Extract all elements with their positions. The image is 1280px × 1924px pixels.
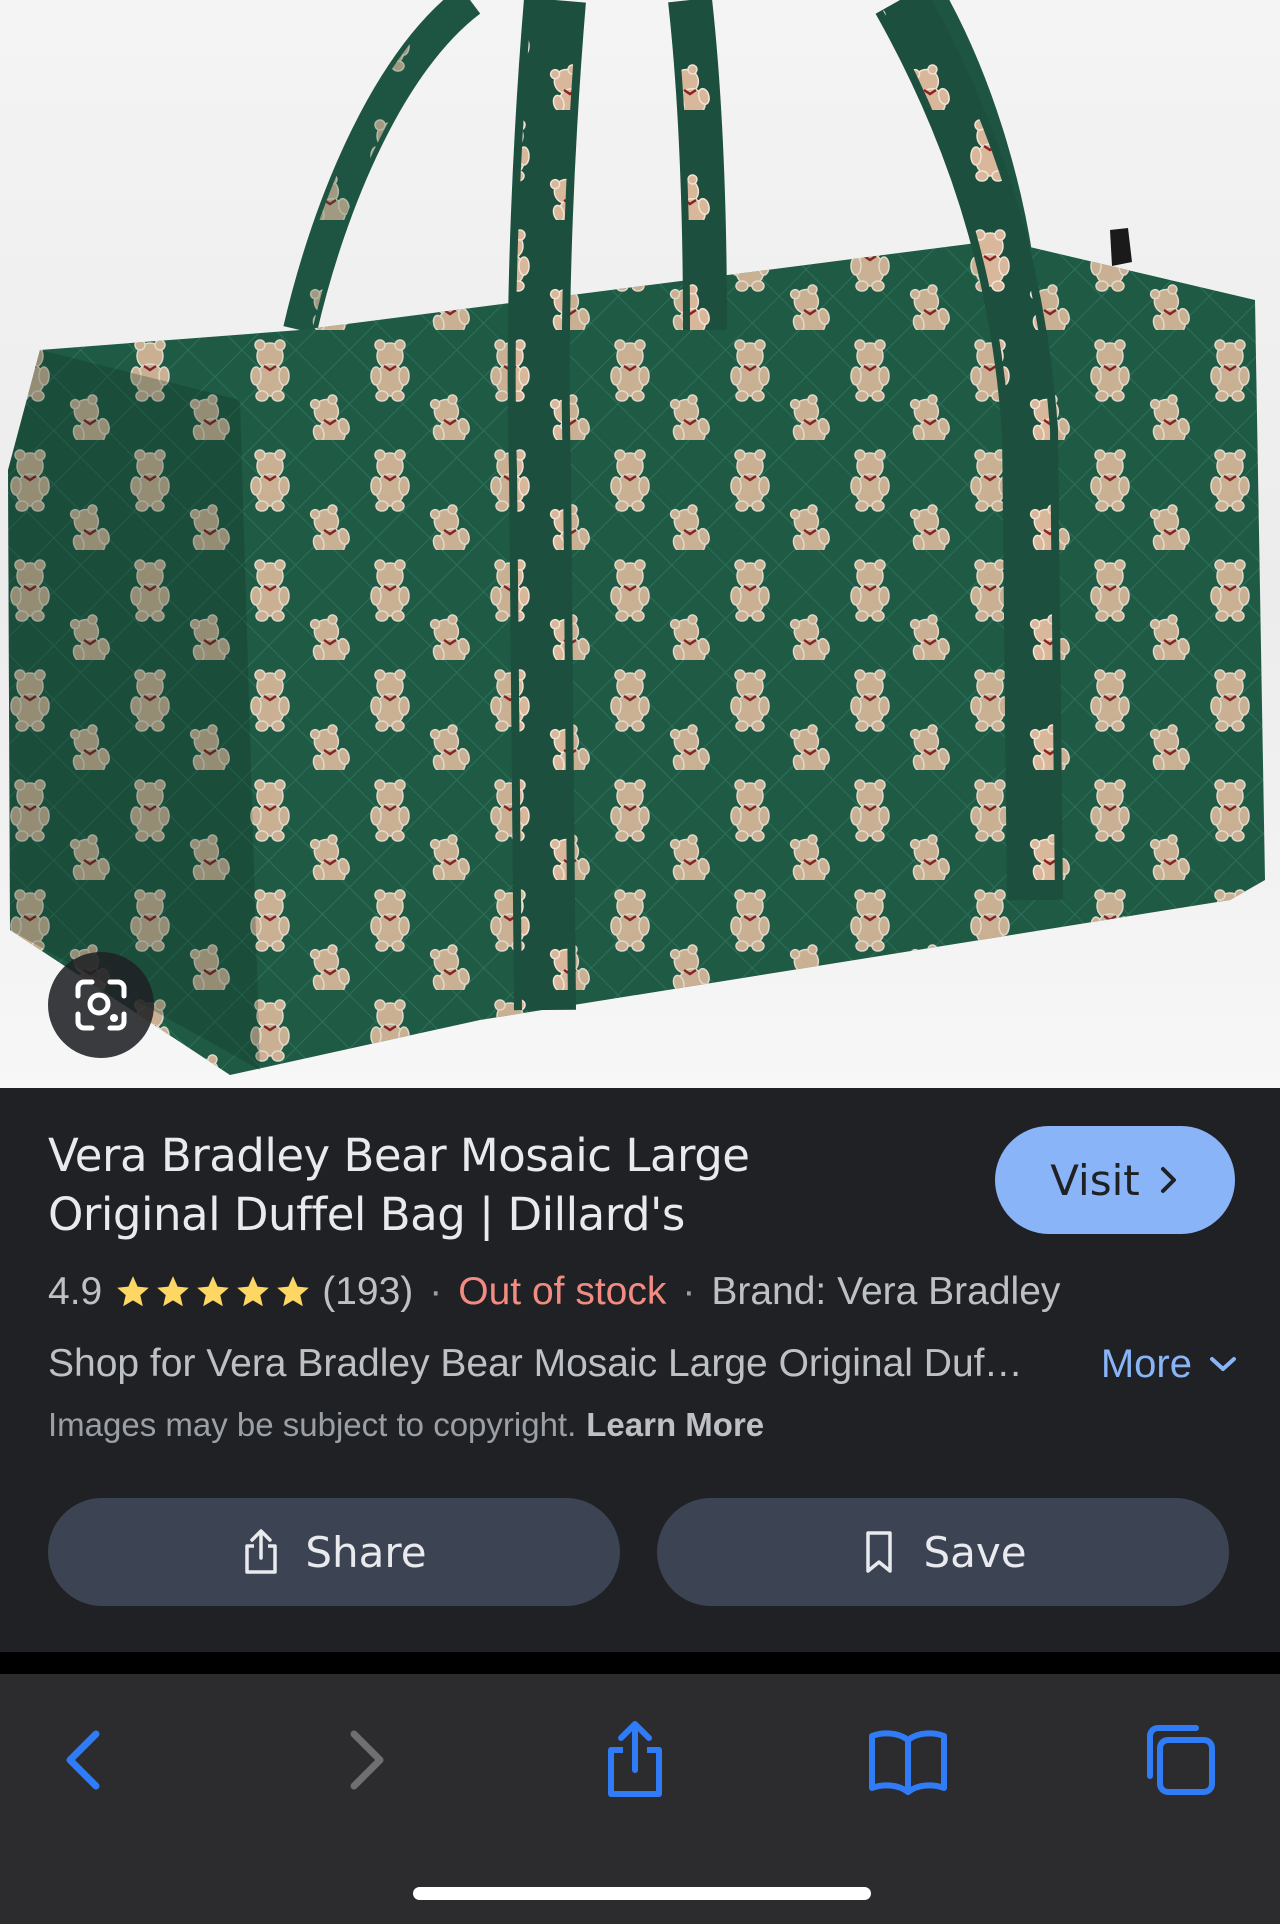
brand-label: Brand: Vera Bradley [711,1270,1061,1313]
stock-status: Out of stock [458,1270,667,1313]
save-button[interactable]: Save [657,1498,1229,1606]
star-icon [237,1276,270,1307]
share-icon [245,1529,278,1574]
bookmarks-button[interactable] [858,1710,958,1810]
star-icon [117,1276,150,1307]
google-lens-icon [75,979,127,1031]
star-rating [114,1273,312,1311]
toolbar-share-button[interactable] [585,1710,685,1810]
visit-label: Visit [1050,1155,1140,1205]
duffel-bag-illustration [8,0,1265,1075]
save-label: Save [923,1527,1027,1577]
chevron-down-icon [1210,1357,1236,1371]
meta-separator: · [682,1270,696,1313]
home-indicator[interactable] [413,1887,871,1900]
meta-separator: · [429,1270,443,1313]
forward-button[interactable] [314,1710,414,1810]
copyright-notice: Images may be subject to copyright. Learn… [48,1406,764,1444]
star-icon [157,1276,190,1307]
bookmark-icon [866,1531,893,1573]
learn-more-link[interactable]: Learn More [586,1406,764,1443]
forward-arrow-icon [350,1730,384,1790]
more-button[interactable]: More [1101,1342,1238,1387]
back-arrow-icon [66,1730,100,1790]
panel-divider [0,1652,1280,1674]
product-meta-row: 4.9 (193) · Out of stock · Brand: Vera B… [48,1264,1248,1320]
tabs-button[interactable] [1130,1710,1230,1810]
product-image[interactable] [0,0,1280,1088]
share-button[interactable]: Share [48,1498,620,1606]
bookmarks-book-icon [869,1730,947,1795]
share-icon [608,1721,662,1797]
star-icon [197,1276,230,1307]
chevron-right-icon [1160,1167,1176,1193]
product-info-panel: Vera Bradley Bear Mosaic Large Original … [0,1088,1280,1652]
tabs-icon [1147,1725,1215,1795]
star-icon [277,1276,310,1307]
review-count: (193) [322,1270,414,1313]
more-label: More [1100,1341,1192,1386]
copyright-text: Images may be subject to copyright. [48,1406,577,1443]
product-description: Shop for Vera Bradley Bear Mosaic Large … [48,1342,1028,1385]
description-row: Shop for Vera Bradley Bear Mosaic Large … [48,1334,1238,1394]
visit-button[interactable]: Visit [995,1126,1235,1234]
google-lens-button[interactable] [48,952,154,1058]
product-title[interactable]: Vera Bradley Bear Mosaic Large Original … [48,1126,808,1244]
share-label: Share [305,1527,427,1577]
back-button[interactable] [36,1710,136,1810]
rating-value: 4.9 [48,1270,103,1313]
